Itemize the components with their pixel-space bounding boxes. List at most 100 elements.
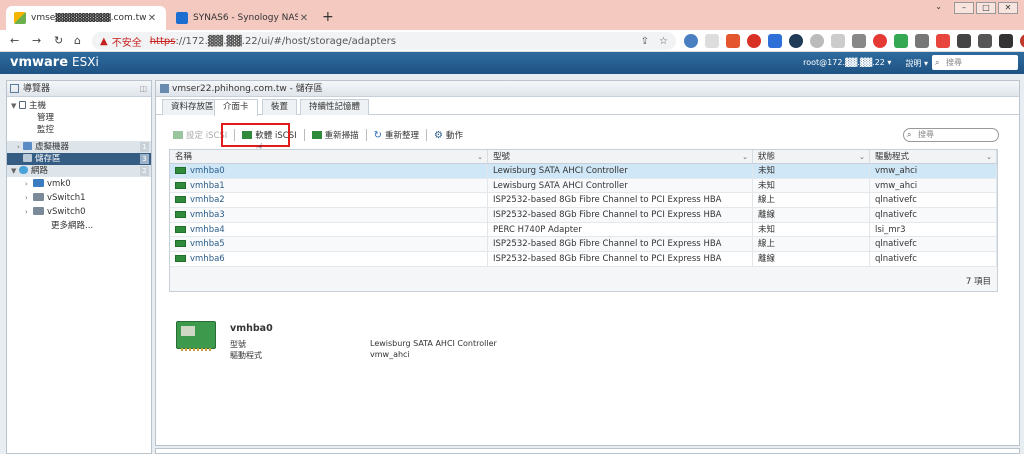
actions-button[interactable]: ⚙ 動作 — [429, 126, 468, 144]
adapter-name-text: vmhba4 — [190, 224, 225, 235]
sidebar-icon[interactable] — [999, 34, 1013, 48]
table-row[interactable]: vmhba5 ISP2532-based 8Gb Fibre Channel to… — [170, 237, 997, 253]
table-row[interactable]: vmhba3 ISP2532-based 8Gb Fibre Channel to… — [170, 208, 997, 223]
adapter-name: vmhba2 — [170, 193, 488, 208]
tab-persistent-memory[interactable]: 持續性記憶體 — [300, 99, 370, 115]
extension-icon[interactable] — [705, 34, 719, 48]
extension-icon[interactable] — [831, 34, 845, 48]
chevron-down-icon: ⌄ — [859, 153, 865, 161]
hba-icon — [175, 240, 186, 248]
table-row[interactable]: vmhba1 Lewisburg SATA AHCI Controller 未知 vm… — [170, 178, 997, 194]
adapter-driver-text: vmw_ahci — [875, 166, 918, 176]
extension-icon[interactable] — [915, 34, 929, 48]
tab-devices[interactable]: 裝置 — [262, 99, 298, 115]
storage-tabs: 資料存放區 介面卡 裝置 持續性記憶體 — [156, 97, 1019, 116]
column-status[interactable]: 狀態 ⌄ — [753, 150, 870, 163]
adapter-driver-text: vmw_ahci — [875, 180, 918, 191]
puzzle-icon[interactable] — [978, 34, 992, 48]
column-driver[interactable]: 驅動程式 ⌄ — [870, 150, 997, 163]
extension-icon[interactable] — [936, 34, 950, 48]
extension-icon[interactable] — [873, 34, 887, 48]
extension-icons: ⋮ — [684, 34, 1024, 48]
nav-item-manage[interactable]: 管理 — [7, 112, 151, 124]
table-row[interactable]: vmhba2 ISP2532-based 8Gb Fibre Channel to… — [170, 193, 997, 209]
back-icon[interactable]: ← — [10, 34, 19, 47]
global-search-input[interactable]: ⌕ 搜尋 — [932, 55, 1018, 70]
nav-item-more-networks[interactable]: 更多網路... — [7, 219, 151, 233]
adapter-model: ISP2532-based 8Gb Fibre Channel to PCI E… — [488, 237, 753, 252]
tab-adapters[interactable]: 介面卡 — [214, 99, 258, 116]
adapter-model-text: ISP2532-based 8Gb Fibre Channel to PCI E… — [493, 210, 722, 221]
extension-icon[interactable] — [957, 34, 971, 48]
detail-driver-value: vmw_ahci — [370, 350, 410, 359]
reload-icon[interactable]: ↻ — [54, 34, 63, 47]
close-tab-icon[interactable]: ✕ — [298, 13, 310, 24]
refresh-icon: ↻ — [373, 129, 382, 141]
table-row[interactable]: vmhba0 Lewisburg SATA AHCI Controller 未知 vm… — [170, 164, 997, 179]
expand-triangle-icon[interactable]: ▼ — [11, 100, 19, 112]
extension-icon[interactable] — [768, 34, 782, 48]
extension-icon[interactable] — [726, 34, 740, 48]
tab-search-icon[interactable]: ⌄ — [935, 2, 942, 11]
adapter-name-text: vmhba1 — [190, 180, 225, 191]
grid-search-input[interactable]: ⌕ 搜尋 — [903, 128, 999, 142]
share-icon[interactable]: ⇪ — [641, 36, 649, 47]
home-icon[interactable]: ⌂ — [74, 34, 81, 47]
adapter-driver: qlnativefc — [870, 208, 997, 222]
adapter-driver: vmw_ahci — [870, 178, 997, 193]
table-header: 名稱 ⌄ 型號 ⌄ 狀態 ⌄ 驅動程式 ⌄ — [170, 150, 997, 164]
network-icon — [19, 166, 28, 174]
extension-icon[interactable] — [684, 34, 698, 48]
browser-tab-synology[interactable]: SYNAS6 - Synology NAS ✕ — [168, 6, 318, 30]
adapter-driver: vmw_ahci — [870, 164, 997, 178]
extension-icon[interactable] — [789, 34, 803, 48]
adapter-name: vmhba4 — [170, 222, 488, 237]
column-model[interactable]: 型號 ⌄ — [488, 150, 753, 163]
navigator-panel: 導覽器 ◫ ▼ 主機 管理 監控 › 虛擬機器 1 儲存區 3 ▼ 網路 2 › vmk0 ›… — [6, 80, 152, 454]
help-menu[interactable]: 說明 ▾ — [905, 58, 928, 69]
close-window-icon[interactable]: ✕ — [998, 2, 1018, 14]
user-menu[interactable]: root@172.▓▓.▓▓.22 ▾ — [803, 58, 891, 69]
new-tab-button[interactable]: + — [322, 9, 334, 25]
maximize-icon[interactable]: □ — [976, 2, 996, 14]
refresh-button[interactable]: ↻ 重新整理 — [369, 126, 424, 144]
nav-item-vmk0[interactable]: › vmk0 — [7, 177, 151, 191]
adapter-model-text: ISP2532-based 8Gb Fibre Channel to PCI E… — [493, 195, 722, 206]
column-name[interactable]: 名稱 ⌄ — [170, 150, 488, 163]
nav-item-host[interactable]: ▼ 主機 — [7, 100, 151, 112]
expand-triangle-icon[interactable]: ▼ — [11, 165, 19, 177]
adapter-model: ISP2532-based 8Gb Fibre Channel to PCI E… — [488, 208, 753, 222]
navigator-header: 導覽器 ◫ — [7, 81, 151, 97]
url-scheme: https — [149, 35, 176, 47]
switch-icon — [33, 207, 44, 215]
extension-icon[interactable] — [747, 34, 761, 48]
table-row[interactable]: vmhba6 ISP2532-based 8Gb Fibre Channel to… — [170, 252, 997, 267]
nav-item-vms[interactable]: › 虛擬機器 1 — [7, 141, 151, 153]
extension-icon[interactable] — [810, 34, 824, 48]
nav-item-storage[interactable]: 儲存區 3 — [7, 153, 151, 165]
close-tab-icon[interactable]: ✕ — [146, 13, 158, 24]
search-icon: ⌕ — [907, 130, 912, 139]
rescan-button[interactable]: 重新掃描 — [307, 126, 364, 144]
table-row[interactable]: vmhba4 PERC H740P Adapter 未知 lsi_mr3 — [170, 222, 997, 238]
adapter-name: vmhba5 — [170, 237, 488, 252]
forward-icon[interactable]: → — [32, 34, 41, 47]
extension-icon[interactable] — [852, 34, 866, 48]
nav-item-vswitch1[interactable]: › vSwitch1 — [7, 191, 151, 205]
hba-icon — [175, 181, 186, 189]
collapse-icon[interactable]: ◫ — [139, 81, 147, 97]
nav-item-vswitch0[interactable]: › vSwitch0 — [7, 205, 151, 219]
bookmark-star-icon[interactable]: ☆ — [659, 36, 668, 47]
adapter-name-text: vmhba2 — [190, 195, 225, 206]
address-bar[interactable]: ▲ 不安全 https ://172.▓▓.▓▓.22/ui/#/host/st… — [92, 32, 676, 50]
adapter-model: PERC H740P Adapter — [488, 222, 753, 237]
adapter-status: 離線 — [753, 252, 870, 266]
nav-item-network[interactable]: ▼ 網路 2 — [7, 165, 151, 177]
nav-item-monitor[interactable]: 監控 — [7, 124, 151, 136]
adapter-status-text: 未知 — [758, 224, 776, 235]
profile-avatar[interactable] — [1020, 34, 1024, 48]
browser-tab-esxi[interactable]: vmse▓▓▓▓▓▓▓▓.com.tw - VM ✕ — [6, 6, 166, 30]
minimize-icon[interactable]: – — [954, 2, 974, 14]
extension-icon[interactable] — [894, 34, 908, 48]
storage-panel: vmser22.phihong.com.tw - 儲存區 資料存放區 介面卡 裝… — [155, 80, 1020, 446]
